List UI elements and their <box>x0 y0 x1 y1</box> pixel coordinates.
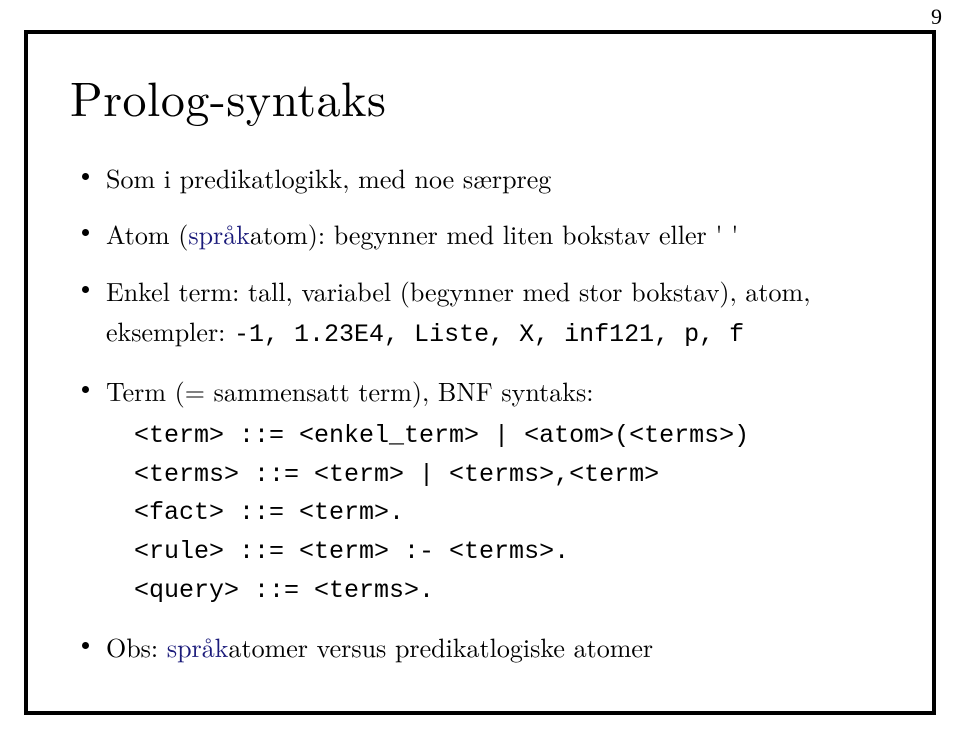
slide-frame: Prolog-syntaks Som i predikatlogikk, med… <box>24 30 936 715</box>
slide-page: 9 Prolog-syntaks Som i predikatlogikk, m… <box>0 0 960 745</box>
accent-text: språk <box>167 628 229 665</box>
bullet-list: Som i predikatlogikk, med noe særpreg At… <box>78 158 890 667</box>
slide-title: Prolog-syntaks <box>70 62 890 130</box>
bullet-item: Enkel term: tall, variabel (begynner med… <box>78 271 890 355</box>
bnf-line: <terms> ::= <term> | <terms>,<term> <box>134 456 890 495</box>
bullet-text: Som i predikatlogikk, med noe særpreg <box>106 159 551 196</box>
bnf-block: <term> ::= <enkel_term> | <atom>(<terms>… <box>134 417 890 611</box>
bullet-text: atomer versus predikatlogiske atomer <box>228 628 653 665</box>
bullet-item: Atom (språkatom): begynner med liten bok… <box>78 214 890 254</box>
bullet-text: Atom ( <box>106 215 188 252</box>
bnf-line: <query> ::= <terms>. <box>134 572 890 611</box>
bullet-text: Obs: <box>106 628 167 665</box>
bullet-item: Term (= sammensatt term), BNF syntaks: <… <box>78 371 890 611</box>
bullet-text: Term (= sammensatt term), BNF syntaks: <box>106 372 593 409</box>
bullet-text: atom): begynner med liten bokstav eller … <box>250 215 739 252</box>
bullet-item: Obs: språkatomer versus predikatlogiske … <box>78 627 890 667</box>
bullet-item: Som i predikatlogikk, med noe særpreg <box>78 158 890 198</box>
page-number: 9 <box>931 4 942 30</box>
bnf-line: <rule> ::= <term> :- <terms>. <box>134 533 890 572</box>
bnf-line: <fact> ::= <term>. <box>134 494 890 533</box>
accent-text: språk <box>188 215 250 252</box>
bnf-line: <term> ::= <enkel_term> | <atom>(<terms>… <box>134 417 890 456</box>
code-text: -1, 1.23E4, Liste, X, inf121, p, f <box>234 320 744 349</box>
